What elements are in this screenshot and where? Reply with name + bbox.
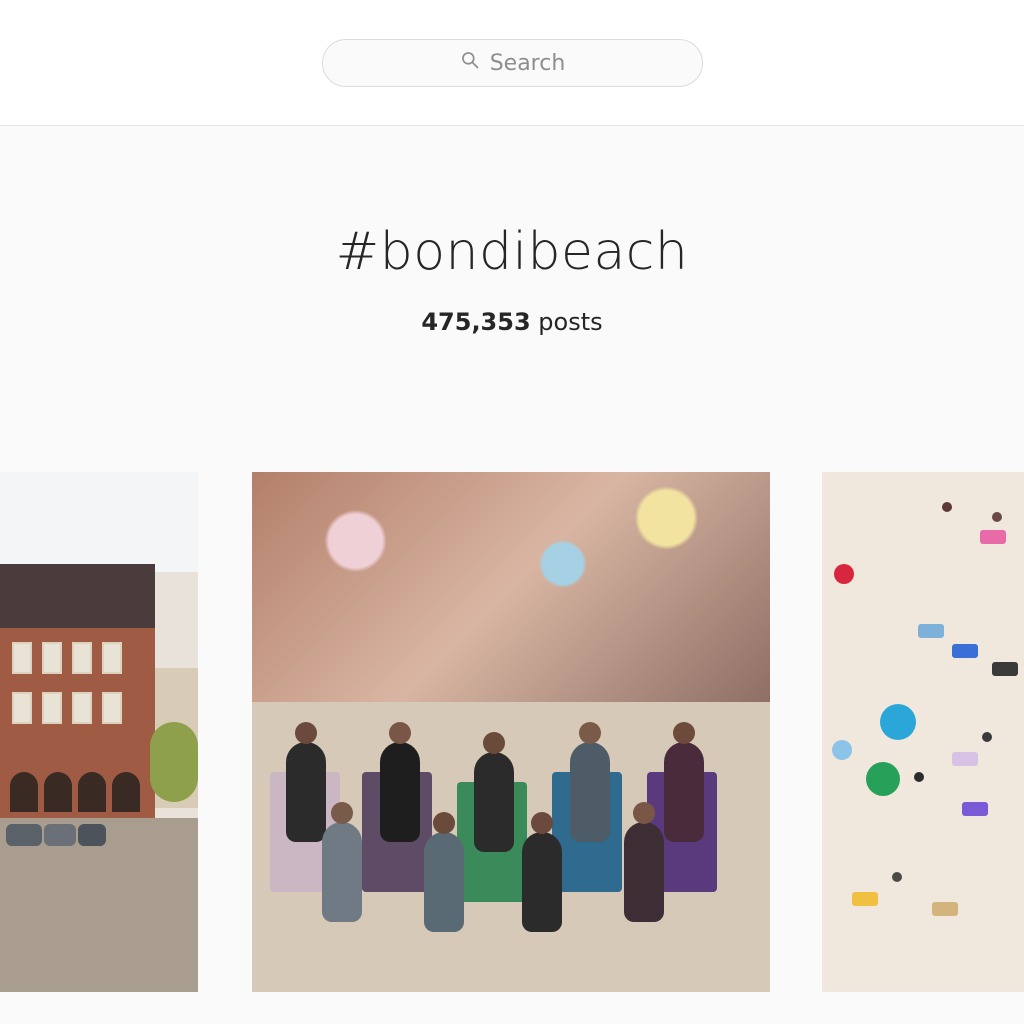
post-tile-right[interactable] bbox=[822, 472, 1024, 992]
post-image-towel bbox=[952, 644, 978, 658]
post-image-person bbox=[322, 822, 362, 922]
post-image-towel bbox=[952, 752, 978, 766]
post-image-head bbox=[483, 732, 505, 754]
search-placeholder: Search bbox=[489, 50, 566, 76]
post-image-car bbox=[78, 824, 106, 846]
post-image-person bbox=[380, 742, 420, 842]
post-image-person-dot bbox=[914, 772, 924, 782]
top-bar: Search bbox=[0, 0, 1024, 126]
post-image-roof bbox=[0, 564, 155, 628]
search-icon bbox=[460, 50, 480, 76]
post-image-window bbox=[72, 692, 92, 724]
post-image-head bbox=[389, 722, 411, 744]
post-image-head bbox=[295, 722, 317, 744]
post-image-towel bbox=[962, 802, 988, 816]
post-image-towel bbox=[918, 624, 944, 638]
post-image-person-dot bbox=[992, 512, 1002, 522]
post-image-towel bbox=[992, 662, 1018, 676]
post-image-person bbox=[474, 752, 514, 852]
post-image-person-dot bbox=[942, 502, 952, 512]
post-image-person bbox=[424, 832, 464, 932]
post-image-tree bbox=[150, 722, 198, 802]
post-image-person bbox=[522, 832, 562, 932]
post-tile-middle[interactable] bbox=[252, 472, 770, 992]
post-image-person bbox=[570, 742, 610, 842]
post-image-head bbox=[579, 722, 601, 744]
post-image-person bbox=[664, 742, 704, 842]
post-image-person-dot bbox=[892, 872, 902, 882]
post-image-head bbox=[331, 802, 353, 824]
post-image-person bbox=[286, 742, 326, 842]
post-image-umbrella bbox=[834, 564, 854, 584]
post-image-arch bbox=[44, 772, 72, 812]
post-image-head bbox=[531, 812, 553, 834]
post-image-arch bbox=[10, 772, 38, 812]
post-image-umbrella bbox=[832, 740, 852, 760]
posts-count: 475,353 posts bbox=[0, 308, 1024, 336]
post-image-window bbox=[42, 692, 62, 724]
search-field[interactable]: Search bbox=[322, 39, 703, 87]
posts-count-label: posts bbox=[538, 308, 603, 336]
post-image-umbrella bbox=[866, 762, 900, 796]
post-image-head bbox=[673, 722, 695, 744]
post-image-arch bbox=[78, 772, 106, 812]
post-image-head bbox=[433, 812, 455, 834]
post-image-crowd bbox=[252, 472, 770, 702]
posts-count-number: 475,353 bbox=[421, 308, 531, 336]
post-image-umbrella bbox=[880, 704, 916, 740]
post-image-car bbox=[6, 824, 42, 846]
post-image-window bbox=[12, 642, 32, 674]
post-image-towel bbox=[932, 902, 958, 916]
post-image-window bbox=[42, 642, 62, 674]
post-image-sky bbox=[0, 472, 198, 572]
post-image-window bbox=[72, 642, 92, 674]
post-image-person bbox=[624, 822, 664, 922]
post-image-car bbox=[44, 824, 76, 846]
post-image-towel bbox=[852, 892, 878, 906]
post-image-window bbox=[12, 692, 32, 724]
hashtag-title: #bondibeach bbox=[335, 222, 689, 282]
post-image-head bbox=[633, 802, 655, 824]
post-image-person-dot bbox=[982, 732, 992, 742]
post-image-window bbox=[102, 692, 122, 724]
post-tile-left[interactable] bbox=[0, 472, 198, 992]
post-image-window bbox=[102, 642, 122, 674]
post-image-towel bbox=[980, 530, 1006, 544]
post-image-arch bbox=[112, 772, 140, 812]
